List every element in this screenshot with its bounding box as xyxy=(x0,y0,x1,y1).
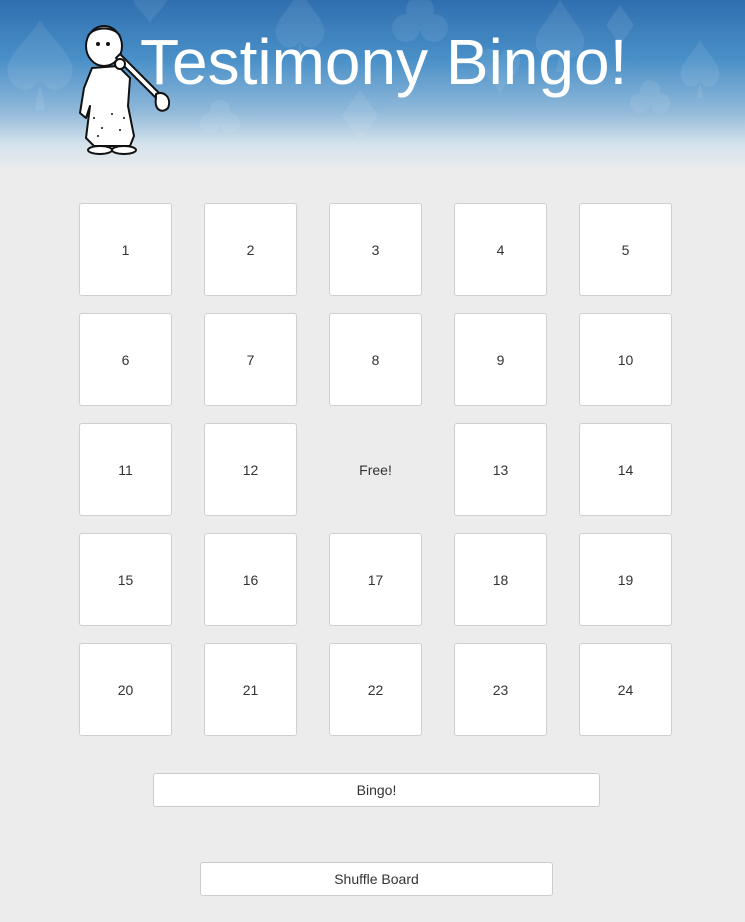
bingo-cell[interactable]: 21 xyxy=(204,643,297,736)
bingo-cell[interactable]: 10 xyxy=(579,313,672,406)
header-banner: Testimony Bingo! xyxy=(0,0,745,170)
bingo-cell[interactable]: 5 xyxy=(579,203,672,296)
bingo-cell[interactable]: 13 xyxy=(454,423,547,516)
bingo-cell[interactable]: 3 xyxy=(329,203,422,296)
bingo-cell[interactable]: 1 xyxy=(79,203,172,296)
bingo-cell[interactable]: 16 xyxy=(204,533,297,626)
bingo-cell[interactable]: 9 xyxy=(454,313,547,406)
bingo-cell[interactable]: 24 xyxy=(579,643,672,736)
bingo-button[interactable]: Bingo! xyxy=(153,773,600,807)
bingo-cell[interactable]: 7 xyxy=(204,313,297,406)
bingo-cell[interactable]: 11 xyxy=(79,423,172,516)
bingo-cell[interactable]: 4 xyxy=(454,203,547,296)
bingo-cell[interactable]: 18 xyxy=(454,533,547,626)
bingo-cell[interactable]: 14 xyxy=(579,423,672,516)
bingo-cell[interactable]: 17 xyxy=(329,533,422,626)
bingo-cell[interactable]: 2 xyxy=(204,203,297,296)
bingo-cell[interactable]: 23 xyxy=(454,643,547,736)
bingo-cell[interactable]: 15 xyxy=(79,533,172,626)
bingo-cell[interactable]: 22 xyxy=(329,643,422,736)
bingo-cell[interactable]: 6 xyxy=(79,313,172,406)
bingo-cell[interactable]: 12 xyxy=(204,423,297,516)
bingo-cell[interactable]: 20 xyxy=(79,643,172,736)
shuffle-board-button[interactable]: Shuffle Board xyxy=(200,862,553,896)
bingo-cell[interactable]: 8 xyxy=(329,313,422,406)
page-title: Testimony Bingo! xyxy=(140,26,628,98)
bingo-cell[interactable]: 19 xyxy=(579,533,672,626)
bingo-cell-free: Free! xyxy=(359,461,392,478)
